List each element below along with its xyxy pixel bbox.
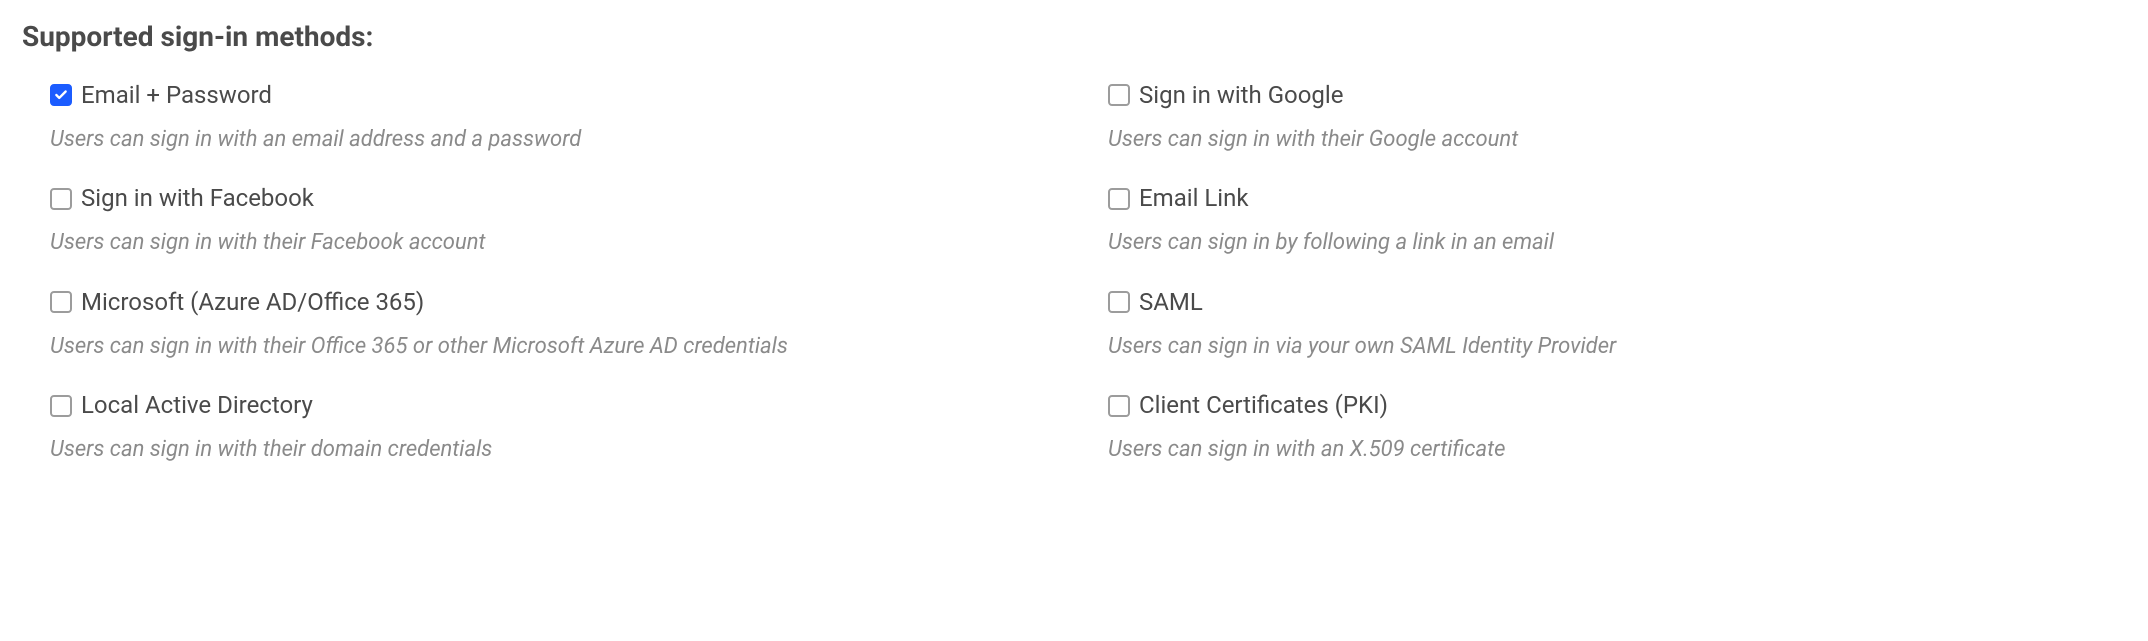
method-email-link: Email Link Users can sign in by followin…	[1108, 184, 2126, 257]
method-description: Users can sign in via your own SAML Iden…	[1108, 333, 2126, 362]
checkbox-microsoft[interactable]	[50, 291, 72, 313]
method-label: SAML	[1139, 288, 1203, 317]
checkbox-client-certs[interactable]	[1108, 395, 1130, 417]
method-row: SAML	[1108, 288, 2126, 317]
method-description: Users can sign in with an email address …	[50, 126, 1068, 155]
method-row: Sign in with Facebook	[50, 184, 1068, 213]
checkbox-email-link[interactable]	[1108, 188, 1130, 210]
checkbox-local-ad[interactable]	[50, 395, 72, 417]
method-microsoft: Microsoft (Azure AD/Office 365) Users ca…	[50, 288, 1068, 361]
checkbox-google[interactable]	[1108, 84, 1130, 106]
method-label: Sign in with Google	[1139, 81, 1343, 110]
method-client-certs: Client Certificates (PKI) Users can sign…	[1108, 391, 2126, 464]
method-label: Email + Password	[81, 81, 272, 110]
checkbox-saml[interactable]	[1108, 291, 1130, 313]
method-description: Users can sign in with their Office 365 …	[50, 333, 1068, 362]
method-email-password: Email + Password Users can sign in with …	[50, 81, 1068, 154]
method-label: Sign in with Facebook	[81, 184, 314, 213]
section-title: Supported sign-in methods:	[22, 20, 2126, 53]
checkbox-facebook[interactable]	[50, 188, 72, 210]
method-local-ad: Local Active Directory Users can sign in…	[50, 391, 1068, 464]
method-description: Users can sign in with their Google acco…	[1108, 126, 2126, 155]
method-label: Local Active Directory	[81, 391, 313, 420]
check-icon	[54, 88, 68, 102]
method-description: Users can sign in with their domain cred…	[50, 436, 1068, 465]
method-description: Users can sign in with their Facebook ac…	[50, 229, 1068, 258]
method-row: Local Active Directory	[50, 391, 1068, 420]
method-google: Sign in with Google Users can sign in wi…	[1108, 81, 2126, 154]
method-label: Microsoft (Azure AD/Office 365)	[81, 288, 424, 317]
method-description: Users can sign in with an X.509 certific…	[1108, 436, 2126, 465]
method-label: Email Link	[1139, 184, 1249, 213]
method-row: Sign in with Google	[1108, 81, 2126, 110]
signin-methods-grid: Email + Password Users can sign in with …	[22, 81, 2126, 495]
method-saml: SAML Users can sign in via your own SAML…	[1108, 288, 2126, 361]
checkbox-email-password[interactable]	[50, 84, 72, 106]
method-row: Email Link	[1108, 184, 2126, 213]
method-row: Email + Password	[50, 81, 1068, 110]
method-facebook: Sign in with Facebook Users can sign in …	[50, 184, 1068, 257]
method-row: Client Certificates (PKI)	[1108, 391, 2126, 420]
method-label: Client Certificates (PKI)	[1139, 391, 1388, 420]
method-description: Users can sign in by following a link in…	[1108, 229, 2126, 258]
method-row: Microsoft (Azure AD/Office 365)	[50, 288, 1068, 317]
